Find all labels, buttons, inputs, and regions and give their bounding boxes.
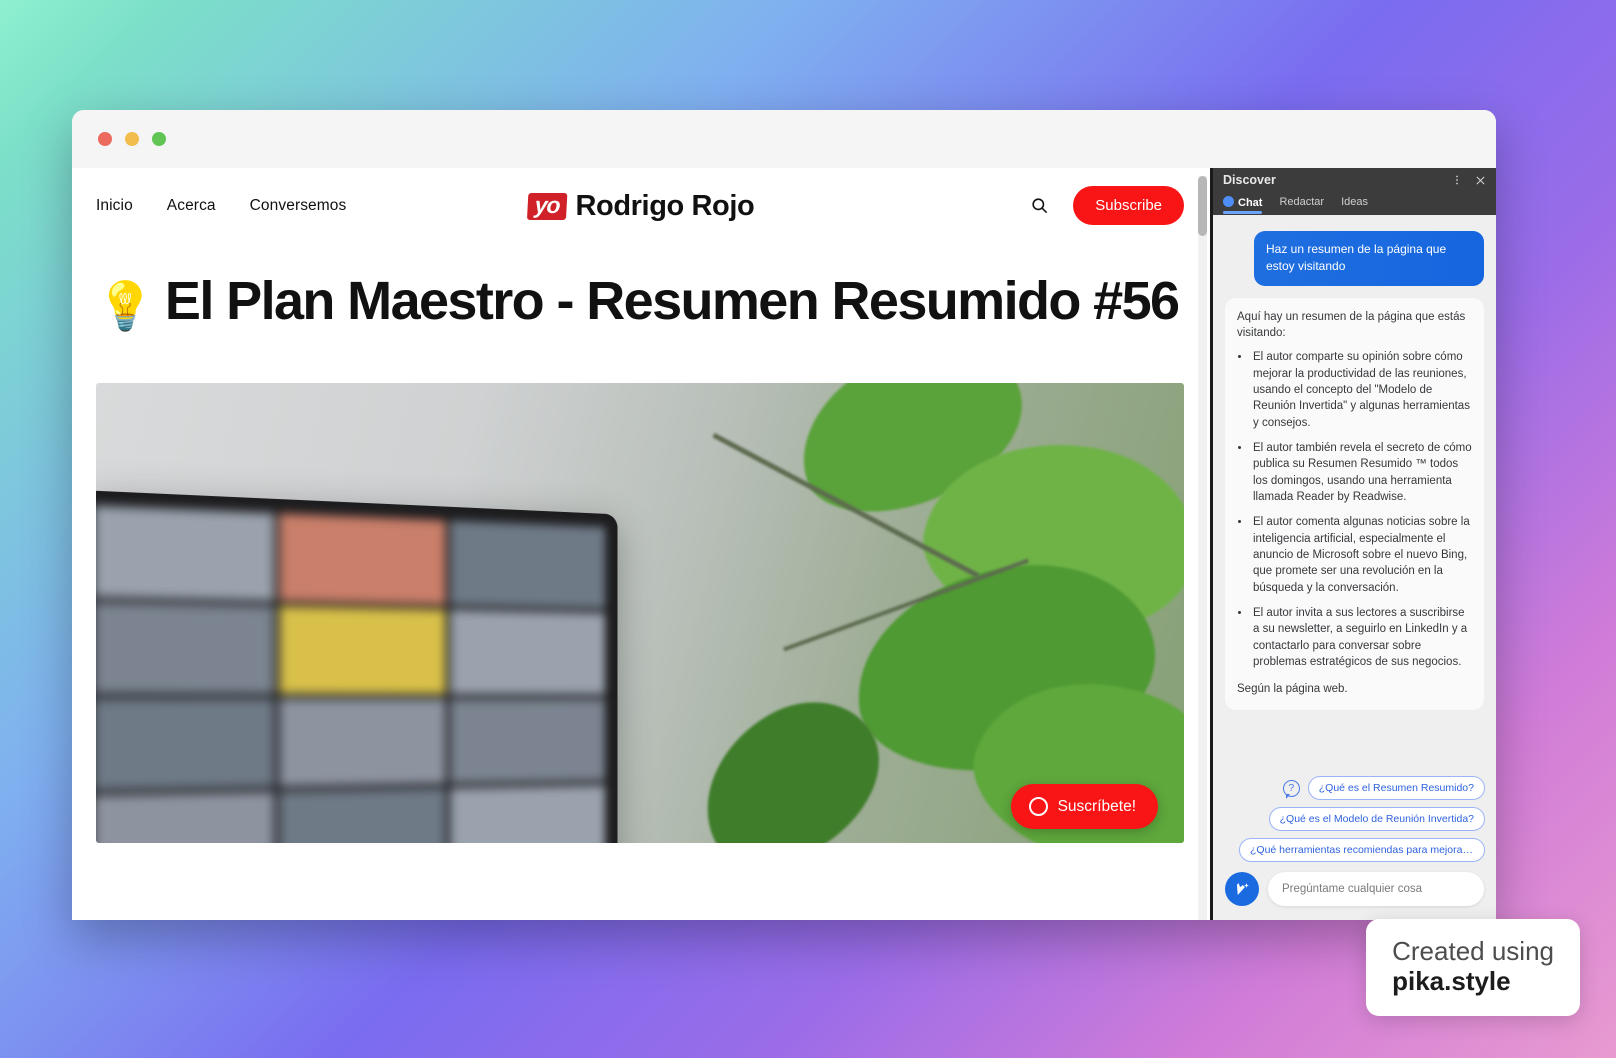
suggestion-chip-1[interactable]: ¿Qué es el Resumen Resumido? [1307, 776, 1485, 800]
laptop-graphic [96, 490, 618, 844]
floating-subscribe-label: Suscríbete! [1057, 797, 1136, 815]
panel-header-actions [1451, 174, 1486, 186]
article: 💡El Plan Maestro - Resumen Resumido #56 [72, 243, 1210, 844]
browser-viewport: Inicio Acerca Conversemos yo Rodrigo Roj… [72, 168, 1496, 920]
window-minimize-button[interactable] [125, 132, 139, 146]
close-icon[interactable] [1475, 175, 1486, 186]
bot-message: Aquí hay un resumen de la página que est… [1225, 297, 1484, 710]
window-maximize-button[interactable] [152, 132, 166, 146]
main-nav: Inicio Acerca Conversemos [96, 197, 346, 215]
site-logo[interactable]: yo Rodrigo Rojo [526, 190, 755, 223]
watermark: Created using pika.style [1366, 918, 1580, 1016]
bot-message-intro: Aquí hay un resumen de la página que est… [1237, 310, 1466, 340]
suggestion-list: ? ¿Qué es el Resumen Resumido? ¿Qué es e… [1213, 770, 1496, 862]
bot-message-source: Según la página web. [1237, 683, 1348, 696]
page-title-text: El Plan Maestro - Resumen Resumido #56 [164, 271, 1180, 331]
tab-ideas[interactable]: Ideas [1341, 196, 1368, 211]
suggestion-chip-2[interactable]: ¿Qué es el Modelo de Reunión Invertida? [1268, 807, 1485, 831]
panel-header: Discover [1213, 168, 1496, 192]
suggestion-row: ? ¿Qué es el Resumen Resumido? [1282, 776, 1485, 800]
tab-chat[interactable]: Chat [1223, 195, 1263, 214]
web-page: Inicio Acerca Conversemos yo Rodrigo Roj… [72, 168, 1210, 920]
more-vertical-icon[interactable] [1451, 174, 1463, 186]
article-hero-image: Suscríbete! [96, 383, 1184, 844]
nav-item-inicio[interactable]: Inicio [96, 197, 133, 215]
chat-bubble-icon [1223, 195, 1234, 207]
search-icon [1032, 198, 1047, 214]
chat-composer [1213, 862, 1496, 920]
bot-message-bullets: El autor comparte su opinión sobre cómo … [1251, 349, 1472, 670]
page-scrollbar[interactable] [1198, 176, 1207, 920]
watermark-line-1: Created using [1392, 935, 1554, 966]
header-actions: Subscribe [1027, 186, 1184, 225]
site-header: Inicio Acerca Conversemos yo Rodrigo Roj… [72, 168, 1210, 243]
subscribe-button[interactable]: Subscribe [1073, 186, 1184, 225]
nav-item-acerca[interactable]: Acerca [167, 197, 216, 215]
watermark-line-2: pika.style [1392, 966, 1511, 997]
question-bubble-icon: ? [1282, 779, 1300, 799]
search-button[interactable] [1027, 194, 1051, 218]
list-item: El autor invita a sus lectores a suscrib… [1251, 605, 1472, 670]
message-list: Haz un resumen de la página que estoy vi… [1213, 215, 1496, 770]
user-message: Haz un resumen de la página que estoy vi… [1254, 231, 1484, 286]
window-close-button[interactable] [98, 132, 112, 146]
page-title: 💡 El Plan Maestro - Resumen Resumido #56 [96, 271, 1184, 332]
list-item: El autor también revela el secreto de có… [1251, 440, 1472, 505]
panel-tabs: Chat Redactar Ideas [1213, 192, 1496, 215]
list-item: El autor comparte su opinión sobre cómo … [1251, 349, 1472, 431]
bing-sparkle-icon[interactable] [1225, 872, 1259, 906]
panel-title: Discover [1223, 173, 1276, 187]
discover-panel: Discover Chat Redactar Ideas Haz un resu… [1210, 168, 1496, 920]
logo-badge: yo [526, 192, 568, 220]
floating-subscribe-button[interactable]: Suscríbete! [1010, 784, 1158, 830]
window-titlebar [72, 110, 1496, 168]
video-call-grid [96, 505, 606, 844]
nav-item-conversemos[interactable]: Conversemos [250, 197, 347, 215]
tab-redactar[interactable]: Redactar [1279, 196, 1324, 211]
tab-chat-label: Chat [1238, 196, 1263, 209]
browser-window: Inicio Acerca Conversemos yo Rodrigo Roj… [72, 110, 1496, 920]
suggestion-chip-3[interactable]: ¿Qué herramientas recomiendas para mejor… [1239, 838, 1485, 862]
lightbulb-icon: 💡 [96, 279, 155, 332]
chat-body: Haz un resumen de la página que estoy vi… [1213, 215, 1496, 920]
list-item: El autor comenta algunas noticias sobre … [1251, 514, 1472, 596]
circle-icon [1028, 797, 1048, 817]
chat-input[interactable] [1268, 872, 1484, 906]
logo-text: Rodrigo Rojo [575, 190, 755, 222]
